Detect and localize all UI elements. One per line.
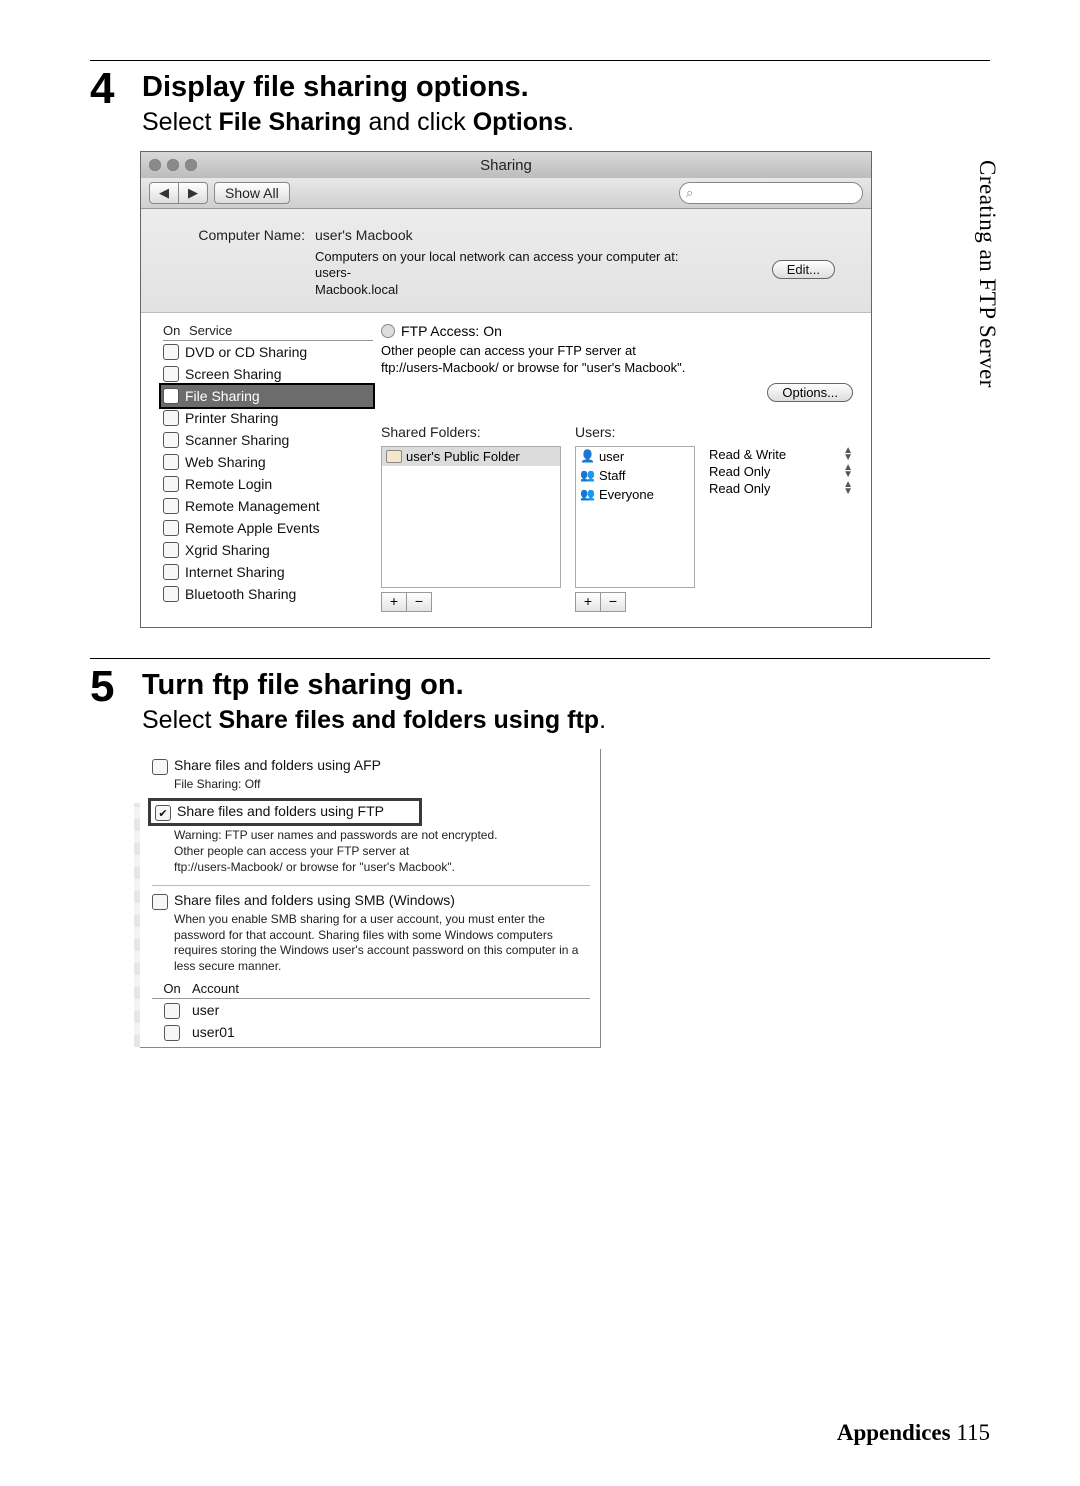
checkbox-icon[interactable] <box>164 1003 180 1019</box>
options-button[interactable]: Options... <box>767 383 853 402</box>
page-footer: Appendices 115 <box>837 1420 990 1446</box>
search-input[interactable]: ⌕ <box>679 182 863 204</box>
service-row[interactable]: Internet Sharing <box>163 561 373 583</box>
service-row[interactable]: Web Sharing <box>163 451 373 473</box>
step-4: 4 Display file sharing options. Select F… <box>90 67 990 137</box>
titlebar: Sharing <box>141 152 871 178</box>
shared-folders-label: Shared Folders: <box>381 424 561 440</box>
checkbox-icon[interactable] <box>152 759 168 775</box>
ftp-access-title: FTP Access: On <box>401 323 502 339</box>
ftp-option[interactable]: Share files and folders using FTP <box>155 803 415 821</box>
checkbox-icon[interactable] <box>163 520 179 536</box>
permissions-list: Read & Write▲▼ Read Only▲▼ Read Only▲▼ <box>709 446 853 586</box>
checkbox-icon[interactable] <box>155 805 171 821</box>
account-row[interactable]: user <box>152 999 590 1021</box>
users-label: Users: <box>575 424 695 440</box>
window-title: Sharing <box>141 157 871 174</box>
shared-folder-item[interactable]: user's Public Folder <box>382 447 560 466</box>
user-item[interactable]: 👤user <box>576 447 694 466</box>
side-section-title: Creating an FTP Server <box>974 160 1000 388</box>
service-row-selected[interactable]: File Sharing <box>161 385 373 407</box>
ftp-warning: Warning: FTP user names and passwords ar… <box>174 828 590 844</box>
folder-icon <box>386 450 402 463</box>
stepper-icon[interactable]: ▲▼ <box>843 447 853 461</box>
services-list: DVD or CD Sharing Screen Sharing File Sh… <box>163 341 373 605</box>
remove-user-button[interactable]: − <box>600 592 626 612</box>
forward-button[interactable]: ▶ <box>179 183 207 203</box>
step-title: Display file sharing options. <box>142 71 990 104</box>
account-row[interactable]: user01 <box>152 1021 590 1043</box>
remove-folder-button[interactable]: − <box>406 592 432 612</box>
checkbox-icon[interactable] <box>163 586 179 602</box>
computer-name-value: user's Macbook <box>315 227 413 243</box>
user-item[interactable]: 👥Staff <box>576 466 694 485</box>
checkbox-icon[interactable] <box>163 564 179 580</box>
step-number: 5 <box>90 665 126 709</box>
computer-name-note: Computers on your local network can acce… <box>315 249 715 298</box>
sharing-window: Sharing ◀ ▶ Show All ⌕ Computer Name: us… <box>140 151 872 628</box>
permission-item[interactable]: Read Only▲▼ <box>709 480 853 497</box>
checkbox-icon[interactable] <box>163 542 179 558</box>
ftp-access-desc: Other people can access your FTP server … <box>381 343 853 377</box>
services-header-service: Service <box>189 323 232 338</box>
services-header-on: On <box>163 323 189 338</box>
service-row[interactable]: Xgrid Sharing <box>163 539 373 561</box>
checkbox-icon[interactable] <box>152 894 168 910</box>
service-row[interactable]: Scanner Sharing <box>163 429 373 451</box>
checkbox-icon[interactable] <box>163 388 179 404</box>
checkbox-icon[interactable] <box>163 410 179 426</box>
accounts-header-account: Account <box>192 981 239 996</box>
options-sheet: Share files and folders using AFP File S… <box>140 749 601 1048</box>
smb-note: When you enable SMB sharing for a user a… <box>174 912 590 974</box>
service-row[interactable]: Printer Sharing <box>163 407 373 429</box>
stepper-icon[interactable]: ▲▼ <box>843 481 853 495</box>
step-subtitle: Select File Sharing and click Options. <box>142 108 990 137</box>
ftp-option-highlight: Share files and folders using FTP <box>148 798 422 826</box>
step-title: Turn ftp file sharing on. <box>142 669 990 702</box>
checkbox-icon[interactable] <box>163 476 179 492</box>
status-icon <box>381 324 395 338</box>
service-row[interactable]: Screen Sharing <box>163 363 373 385</box>
group-icon: 👥 <box>580 468 595 482</box>
show-all-button[interactable]: Show All <box>214 182 290 204</box>
step-5: 5 Turn ftp file sharing on. Select Share… <box>90 665 990 735</box>
accounts-header-on: On <box>152 981 192 996</box>
service-row[interactable]: Remote Management <box>163 495 373 517</box>
step-subtitle: Select Share files and folders using ftp… <box>142 706 990 735</box>
stepper-icon[interactable]: ▲▼ <box>843 464 853 478</box>
service-row[interactable]: DVD or CD Sharing <box>163 341 373 363</box>
checkbox-icon[interactable] <box>163 432 179 448</box>
edit-button[interactable]: Edit... <box>772 260 835 279</box>
checkbox-icon[interactable] <box>163 344 179 360</box>
permission-item[interactable]: Read Only▲▼ <box>709 463 853 480</box>
checkbox-icon[interactable] <box>163 498 179 514</box>
toolbar: ◀ ▶ Show All ⌕ <box>141 178 871 209</box>
ftp-desc: Other people can access your FTP server … <box>174 844 590 875</box>
afp-option[interactable]: Share files and folders using AFP <box>152 757 590 775</box>
service-row[interactable]: Remote Apple Events <box>163 517 373 539</box>
permission-item[interactable]: Read & Write▲▼ <box>709 446 853 463</box>
checkbox-icon[interactable] <box>163 366 179 382</box>
user-item[interactable]: 👥Everyone <box>576 485 694 504</box>
service-row[interactable]: Remote Login <box>163 473 373 495</box>
person-icon: 👤 <box>580 449 595 463</box>
checkbox-icon[interactable] <box>164 1025 180 1041</box>
step-number: 4 <box>90 67 126 111</box>
shared-folders-list[interactable]: user's Public Folder <box>381 446 561 588</box>
computer-name-label: Computer Name: <box>175 227 305 243</box>
checkbox-icon[interactable] <box>163 454 179 470</box>
add-folder-button[interactable]: + <box>381 592 406 612</box>
smb-option[interactable]: Share files and folders using SMB (Windo… <box>152 892 590 910</box>
search-icon: ⌕ <box>686 185 693 201</box>
back-button[interactable]: ◀ <box>150 183 179 203</box>
add-user-button[interactable]: + <box>575 592 600 612</box>
service-row[interactable]: Bluetooth Sharing <box>163 583 373 605</box>
afp-status: File Sharing: Off <box>174 777 590 793</box>
group-icon: 👥 <box>580 487 595 501</box>
users-list[interactable]: 👤user 👥Staff 👥Everyone <box>575 446 695 588</box>
